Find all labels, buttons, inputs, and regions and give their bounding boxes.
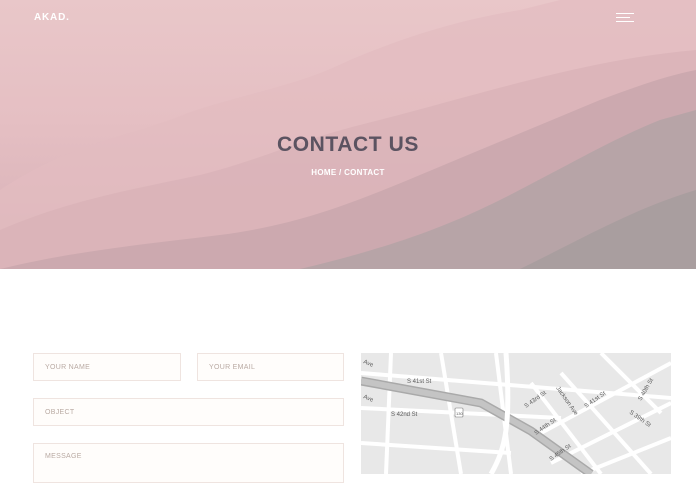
menu-line — [616, 13, 634, 14]
hero-banner: AKAD. CONTACT US HOME / CONTACT — [0, 0, 696, 269]
menu-line — [616, 17, 630, 18]
breadcrumb-separator: / — [339, 168, 342, 177]
breadcrumb-current: CONTACT — [344, 168, 385, 177]
name-input[interactable] — [33, 353, 181, 381]
map-graphic: 130 S 41st St S 42nd St Ave Ave S 43rd S… — [361, 353, 671, 474]
object-input[interactable] — [33, 398, 344, 426]
menu-line — [616, 21, 634, 22]
site-logo[interactable]: AKAD. — [34, 12, 70, 23]
email-input[interactable] — [197, 353, 344, 381]
breadcrumb-home-link[interactable]: HOME — [311, 168, 336, 177]
map-label: S 42nd St — [391, 412, 418, 418]
map-label: S 41st St — [407, 379, 432, 385]
message-textarea[interactable] — [33, 443, 344, 483]
page-title: CONTACT US — [276, 133, 420, 156]
highway-marker-label: 130 — [456, 411, 463, 416]
location-map[interactable]: 130 S 41st St S 42nd St Ave Ave S 43rd S… — [361, 353, 671, 474]
hamburger-menu-icon[interactable] — [614, 10, 638, 26]
breadcrumb: HOME / CONTACT — [0, 168, 696, 177]
